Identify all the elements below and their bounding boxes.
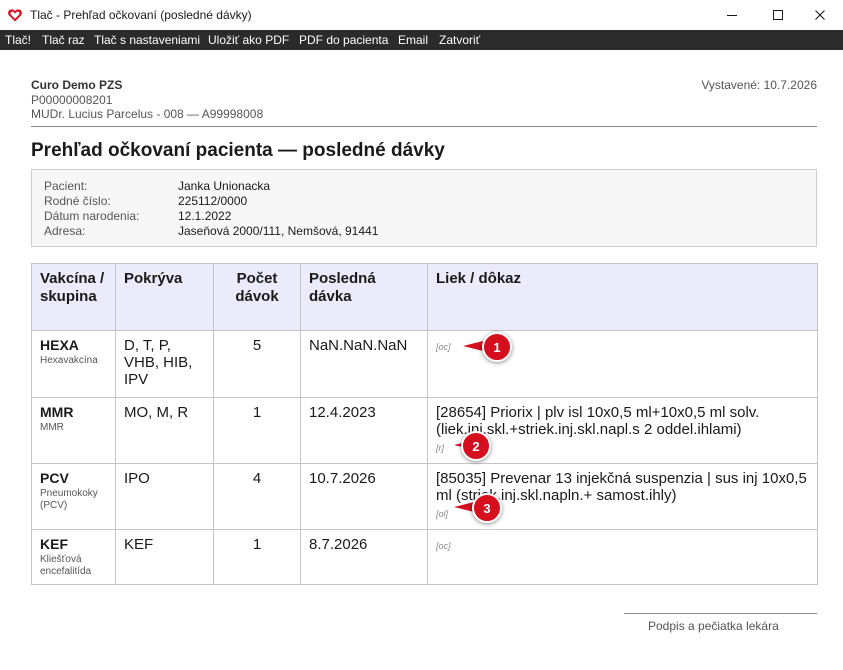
menu-print-settings[interactable]: Tlač s nastaveniami (94, 33, 200, 47)
vaccine-name: Kliešťová encefalitída (40, 554, 92, 577)
col-header-drug: Liek / dôkaz (427, 263, 818, 331)
last-dose-cell: 8.7.2026 (300, 529, 428, 585)
dob-label: Dátum narodenia: (44, 209, 140, 223)
menu-print-once[interactable]: Tlač raz (42, 33, 85, 47)
vaccination-table: Vakcína / skupina Pokrýva Počet dávok Po… (31, 263, 818, 585)
vaccine-cell: HEXA Hexavakcína (31, 330, 116, 398)
vaccine-code: KEF (40, 536, 68, 552)
doses-cell: 5 (213, 330, 301, 398)
col-header-last-dose: Posledná dávka (300, 263, 428, 331)
maximize-button[interactable] (755, 0, 801, 30)
window-title: Tlač - Prehľad očkovaní (posledné dávky) (30, 8, 252, 22)
menu-pdf-to-patient[interactable]: PDF do pacienta (299, 33, 388, 47)
drug-cell: [oc] (427, 529, 818, 585)
last-dose-cell: 12.4.2023 (300, 397, 428, 464)
coverage-cell: MO, M, R (115, 397, 214, 464)
page-title: Prehľad očkovaní pacienta — posledné dáv… (31, 140, 445, 161)
patient-name: Janka Unionacka (178, 179, 271, 193)
proof-code: [oc] (436, 541, 451, 551)
vaccine-name: Hexavakcína (40, 355, 98, 366)
last-dose-cell: NaN.NaN.NaN (300, 330, 428, 398)
col-header-coverage: Pokrýva (115, 263, 214, 331)
menu-email[interactable]: Email (398, 33, 428, 47)
header-divider (31, 126, 817, 127)
title-bar: Tlač - Prehľad očkovaní (posledné dávky) (0, 0, 843, 30)
patient-info-box: Pacient: Janka Unionacka Rodné číslo: 22… (31, 169, 817, 247)
signature-line (624, 613, 817, 614)
menu-print-now[interactable]: Tlač! (5, 33, 31, 47)
minimize-button[interactable] (709, 0, 755, 30)
table-row: MMR MMR MO, M, R 1 12.4.2023 [28654] Pri… (31, 397, 818, 464)
menu-bar: Tlač! Tlač raz Tlač s nastaveniami Uloži… (0, 30, 843, 50)
signature-label: Podpis a pečiatka lekára (648, 619, 779, 633)
close-button[interactable] (797, 0, 843, 30)
drug-text: [28654] Priorix | plv isl 10x0,5 ml+10x0… (436, 404, 760, 438)
menu-close[interactable]: Zatvoriť (439, 33, 480, 47)
table-row: KEF Kliešťová encefalitída KEF 1 8.7.202… (31, 529, 818, 585)
org-id: P00000008201 (31, 93, 113, 107)
table-header-row: Vakcína / skupina Pokrýva Počet dávok Po… (31, 263, 818, 331)
doses-cell: 4 (213, 463, 301, 530)
coverage-cell: IPO (115, 463, 214, 530)
proof-code: [r] (436, 443, 444, 453)
heart-logo-icon (8, 9, 22, 22)
callout-marker-2: 2 (461, 431, 491, 461)
address-label: Adresa: (44, 224, 86, 238)
vaccine-name: Pneumokoky (PCV) (40, 488, 98, 511)
table-row: PCV Pneumokoky (PCV) IPO 4 10.7.2026 [85… (31, 463, 818, 530)
coverage-cell: D, T, P, VHB, HIB, IPV (115, 330, 214, 398)
dob: 12.1.2022 (178, 209, 232, 223)
col-header-doses: Počet dávok (213, 263, 301, 331)
maximize-icon (773, 10, 783, 20)
vaccine-name: MMR (40, 422, 64, 433)
birth-number: 225112/0000 (178, 194, 248, 208)
minimize-icon (727, 15, 737, 16)
doctor-name: MUDr. Lucius Parcelus - 008 — A99998008 (31, 107, 264, 121)
col-header-vaccine: Vakcína / skupina (31, 263, 116, 331)
callout-pointer-1 (463, 341, 483, 351)
vaccine-cell: PCV Pneumokoky (PCV) (31, 463, 116, 530)
document-preview: Curo Demo PZS P00000008201 MUDr. Lucius … (0, 50, 843, 670)
address: Jaseňová 2000/111, Nemšová, 91441 (178, 224, 379, 238)
last-dose-cell: 10.7.2026 (300, 463, 428, 530)
callout-pointer-3 (454, 502, 474, 512)
callout-marker-3: 3 (472, 493, 502, 523)
issued-label: Vystavené: (701, 78, 761, 92)
org-name: Curo Demo PZS (31, 78, 123, 92)
coverage-cell: KEF (115, 529, 214, 585)
callout-marker-1: 1 (482, 332, 512, 362)
table-row: HEXA Hexavakcína D, T, P, VHB, HIB, IPV … (31, 330, 818, 398)
birth-number-label: Rodné číslo: (44, 194, 111, 208)
vaccine-code: HEXA (40, 337, 79, 353)
patient-name-label: Pacient: (44, 179, 88, 193)
vaccine-cell: KEF Kliešťová encefalitída (31, 529, 116, 585)
doses-cell: 1 (213, 529, 301, 585)
vaccine-cell: MMR MMR (31, 397, 116, 464)
issued-date: Vystavené: 10.7.2026 (701, 78, 817, 92)
vaccine-code: PCV (40, 470, 69, 486)
close-icon (815, 10, 825, 20)
issued-value: 10.7.2026 (763, 78, 817, 92)
doses-cell: 1 (213, 397, 301, 464)
vaccine-code: MMR (40, 404, 74, 420)
menu-save-pdf[interactable]: Uložiť ako PDF (208, 33, 289, 47)
